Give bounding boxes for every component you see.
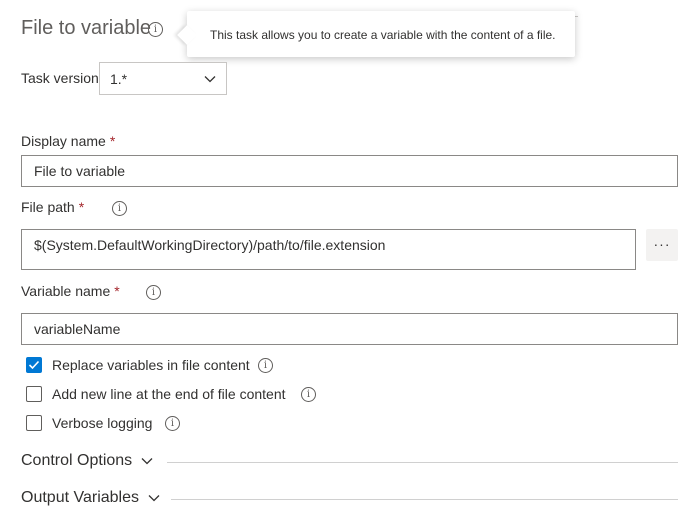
checkmark-icon: [28, 360, 40, 370]
required-marker: *: [114, 283, 120, 299]
file-path-label-text: File path: [21, 199, 75, 215]
info-icon[interactable]: i: [301, 387, 316, 402]
section-divider: [171, 499, 678, 500]
variable-name-input[interactable]: variableName: [21, 313, 678, 345]
task-version-label: Task version: [21, 70, 99, 86]
control-options-label: Control Options: [21, 452, 133, 469]
required-marker: *: [78, 199, 85, 215]
verbose-logging-checkbox[interactable]: [26, 415, 42, 431]
file-path-value: $(System.DefaultWorkingDirectory)/path/t…: [34, 237, 386, 253]
tooltip-text: This task allows you to create a variabl…: [210, 28, 556, 42]
info-icon[interactable]: i: [146, 285, 161, 300]
file-path-input[interactable]: $(System.DefaultWorkingDirectory)/path/t…: [21, 229, 636, 270]
tooltip-beak: [177, 25, 197, 45]
verbose-logging-label: Verbose logging: [52, 415, 153, 431]
add-new-line-label: Add new line at the end of file content: [52, 386, 286, 402]
chevron-down-icon: [204, 76, 216, 83]
variable-name-value: variableName: [34, 321, 121, 337]
control-options-toggle[interactable]: Control Options: [21, 452, 154, 470]
variable-name-label: Variable name *: [21, 283, 120, 299]
section-divider: [167, 462, 678, 463]
display-name-input[interactable]: File to variable: [21, 155, 678, 187]
output-variables-toggle[interactable]: Output Variables: [21, 489, 161, 507]
display-name-label: Display name *: [21, 133, 115, 149]
chevron-down-icon: [141, 458, 153, 465]
task-version-value: 1.*: [110, 71, 128, 87]
add-new-line-checkbox[interactable]: [26, 386, 42, 402]
info-icon[interactable]: i: [258, 358, 273, 373]
ellipsis-icon: ···: [653, 236, 671, 252]
tooltip: This task allows you to create a variabl…: [177, 11, 575, 57]
browse-button[interactable]: ···: [646, 229, 678, 261]
display-name-value: File to variable: [34, 163, 126, 179]
replace-variables-checkbox[interactable]: [26, 357, 42, 373]
output-variables-label: Output Variables: [21, 489, 139, 506]
task-version-select[interactable]: 1.*: [99, 62, 227, 95]
info-icon[interactable]: i: [165, 416, 180, 431]
display-name-label-text: Display name: [21, 133, 106, 149]
file-path-label: File path *: [21, 199, 84, 215]
chevron-down-icon: [148, 495, 160, 502]
required-marker: *: [109, 133, 116, 149]
variable-name-label-text: Variable name: [21, 283, 111, 299]
replace-variables-label: Replace variables in file content: [52, 357, 250, 373]
page-title: File to variable: [21, 17, 152, 39]
info-icon[interactable]: i: [112, 201, 127, 216]
info-icon[interactable]: i: [148, 22, 163, 37]
